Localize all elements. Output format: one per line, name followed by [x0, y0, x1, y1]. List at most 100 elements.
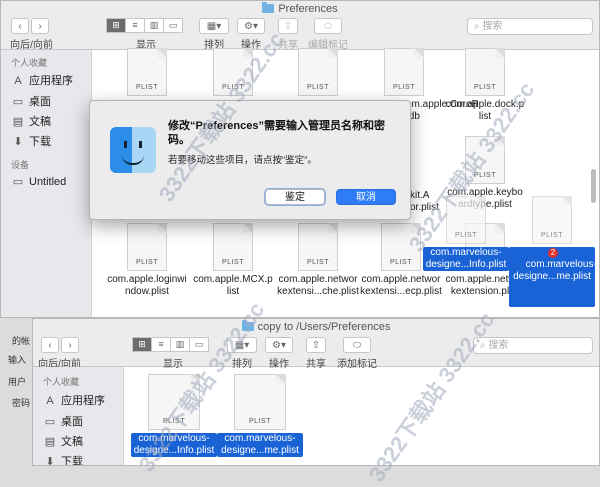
sidebar-item-downloads[interactable]: ⬇ 下载	[11, 133, 51, 149]
favorites-header: 个人收藏	[43, 377, 80, 387]
file-name: com.apple.loginwi ndow.plist	[107, 274, 187, 297]
column-view-icon[interactable]: ▥	[170, 337, 190, 352]
action-gear-button[interactable]: ⚙▾	[265, 337, 293, 353]
arrange-button[interactable]: ▦▾	[199, 18, 229, 34]
icon-view-icon[interactable]: ⊞	[106, 18, 126, 33]
file-item[interactable]: PLIST com.apple.networ kextensi...che.pl…	[275, 223, 361, 298]
plist-file-icon: PLIST	[465, 136, 505, 184]
add-tags-label: 添加标记	[337, 359, 377, 370]
forward-button[interactable]: ›	[31, 18, 49, 34]
file-item[interactable]: PLIST	[104, 48, 190, 96]
search-field[interactable]: ⌕ 搜索	[467, 18, 593, 35]
plist-file-icon: PLIST	[127, 48, 167, 96]
sidebar-item-applications[interactable]: A 应用程序	[11, 72, 73, 88]
documents-icon: ▤	[44, 436, 56, 448]
back-button[interactable]: ‹	[11, 18, 29, 34]
search-field[interactable]: ⌕ 搜索	[473, 337, 593, 354]
plist-file-icon: PLIST	[213, 48, 253, 96]
view-switcher[interactable]: ⊞ ≡ ▥ ▭	[132, 337, 209, 352]
sidebar-item-untitled[interactable]: ▭ Untitled	[11, 175, 67, 188]
window-title: Preferences	[1, 2, 599, 15]
desktop-icon: ▭	[12, 96, 24, 108]
gallery-view-icon[interactable]: ▭	[189, 337, 209, 352]
plist-file-icon: PLIST	[234, 374, 286, 430]
favorites-header: 个人收藏	[11, 58, 48, 68]
sidebar: 个人收藏 A 应用程序 ▭ 桌面 ▤ 文稿 ⬇ 下载 设备 ▭ Untitled	[1, 50, 92, 317]
edit-tags-button[interactable]: ⬭	[314, 18, 342, 34]
file-item[interactable]: PLIST com.marvelous- designe...Info.plis…	[131, 374, 217, 457]
file-item[interactable]: PLIST	[190, 48, 276, 96]
search-icon: ⌕	[474, 21, 480, 32]
plist-file-icon: PLIST	[446, 196, 486, 244]
sidebar-item-documents[interactable]: ▤ 文稿	[43, 433, 83, 449]
sidebar-item-downloads[interactable]: ⬇ 下载	[43, 453, 83, 466]
sidebar: 个人收藏 A 应用程序 ▭ 桌面 ▤ 文稿 ⬇ 下载	[33, 367, 124, 465]
share-button[interactable]: ⇧	[278, 18, 298, 34]
icon-view-icon[interactable]: ⊞	[132, 337, 152, 352]
plist-file-icon: PLIST	[465, 48, 505, 96]
disk-icon: ▭	[12, 176, 24, 188]
action-gear-button[interactable]: ⚙▾	[237, 18, 265, 34]
plist-file-icon: PLIST	[532, 196, 572, 244]
plist-file-icon: PLIST	[298, 223, 338, 271]
file-item[interactable]: PLIST com.apple.MCX.p list	[190, 223, 276, 298]
plist-file-icon: PLIST	[213, 223, 253, 271]
selected-file-name: com.marvelous- designe...me.plist 2	[509, 247, 597, 307]
folder-icon	[241, 320, 254, 331]
search-icon: ⌕	[480, 340, 486, 351]
forward-button[interactable]: ›	[61, 337, 79, 353]
finder-window-copy-to: copy to /Users/Preferences ‹ › 向后/向前 ⊞ ≡…	[32, 318, 600, 466]
selected-file-name: com.marvelous- designe...me.plist	[217, 433, 303, 457]
documents-icon: ▤	[12, 116, 24, 128]
folder-icon	[262, 2, 275, 13]
sidebar-item-applications[interactable]: A 应用程序	[43, 392, 105, 408]
gallery-view-icon[interactable]: ▭	[163, 18, 183, 33]
background-label: 输入	[8, 355, 27, 365]
action-label: 操作	[269, 359, 289, 370]
arrange-button[interactable]: ▦▾	[227, 337, 257, 353]
dialog-message: 若要移动这些项目，请点按“鉴定”。	[168, 155, 317, 166]
file-item[interactable]: PLIST com.apple.loginwi ndow.plist	[104, 223, 190, 298]
share-button[interactable]: ⇧	[306, 337, 326, 353]
scrollbar[interactable]	[591, 169, 596, 203]
dialog-title: 修改“Preferences”需要输入管理员名称和密码。	[168, 120, 385, 146]
plist-file-icon: PLIST	[127, 223, 167, 271]
sidebar-item-desktop[interactable]: ▭ 桌面	[43, 413, 83, 429]
background-label: 的帐	[12, 336, 31, 346]
downloads-icon: ⬇	[45, 456, 55, 466]
authenticate-button[interactable]: 鉴定	[265, 189, 325, 205]
file-item[interactable]: PLIST com.marvelous- designe...me.plist	[217, 374, 303, 457]
dragged-file-item[interactable]: PLIST com.marvelous- designe...me.plist …	[509, 196, 597, 307]
toolbar: copy to /Users/Preferences ‹ › 向后/向前 ⊞ ≡…	[33, 319, 599, 370]
cancel-button[interactable]: 取消	[336, 189, 396, 205]
plist-file-icon: PLIST	[148, 374, 200, 430]
applications-icon: A	[14, 75, 22, 87]
arrange-label: 排列	[232, 359, 252, 370]
column-view-icon[interactable]: ▥	[144, 18, 164, 33]
view-switcher[interactable]: ⊞ ≡ ▥ ▭	[106, 18, 183, 33]
drag-count-badge: 2	[548, 248, 558, 258]
sidebar-item-documents[interactable]: ▤ 文稿	[11, 113, 51, 129]
devices-header: 设备	[11, 160, 30, 170]
toolbar: Preferences ‹ › 向后/向前 ⊞ ≡ ▥ ▭ 显示 ▦▾ 排列 ⚙…	[1, 1, 599, 51]
dragged-file-item[interactable]: PLIST com.marvelous- designe...Info.plis…	[423, 196, 509, 271]
finder-eye	[139, 141, 142, 148]
plist-file-icon: PLIST	[298, 48, 338, 96]
desktop-icon: ▭	[44, 416, 56, 428]
file-name: com.apple.networ kextensi...che.plist	[277, 274, 359, 297]
file-name: com.apple.dock.p list	[445, 99, 525, 122]
list-view-icon[interactable]: ≡	[151, 337, 171, 352]
applications-icon: A	[46, 395, 54, 407]
finder-eye	[124, 141, 127, 148]
list-view-icon[interactable]: ≡	[125, 18, 145, 33]
file-name: com.apple.networ kextensi...ecp.plist	[360, 274, 442, 297]
file-item[interactable]: PLIST	[275, 48, 361, 96]
add-tags-button[interactable]: ⬭	[343, 337, 371, 353]
sidebar-item-desktop[interactable]: ▭ 桌面	[11, 93, 51, 109]
file-item[interactable]: PLIST com.apple.dock.p list	[442, 48, 528, 123]
authentication-dialog: 修改“Preferences”需要输入管理员名称和密码。 若要移动这些项目，请点…	[89, 100, 411, 220]
background-label: 密码	[12, 398, 31, 408]
plist-file-icon: PLIST	[384, 48, 424, 96]
nav-label: 向后/向前	[10, 40, 53, 51]
back-button[interactable]: ‹	[41, 337, 59, 353]
